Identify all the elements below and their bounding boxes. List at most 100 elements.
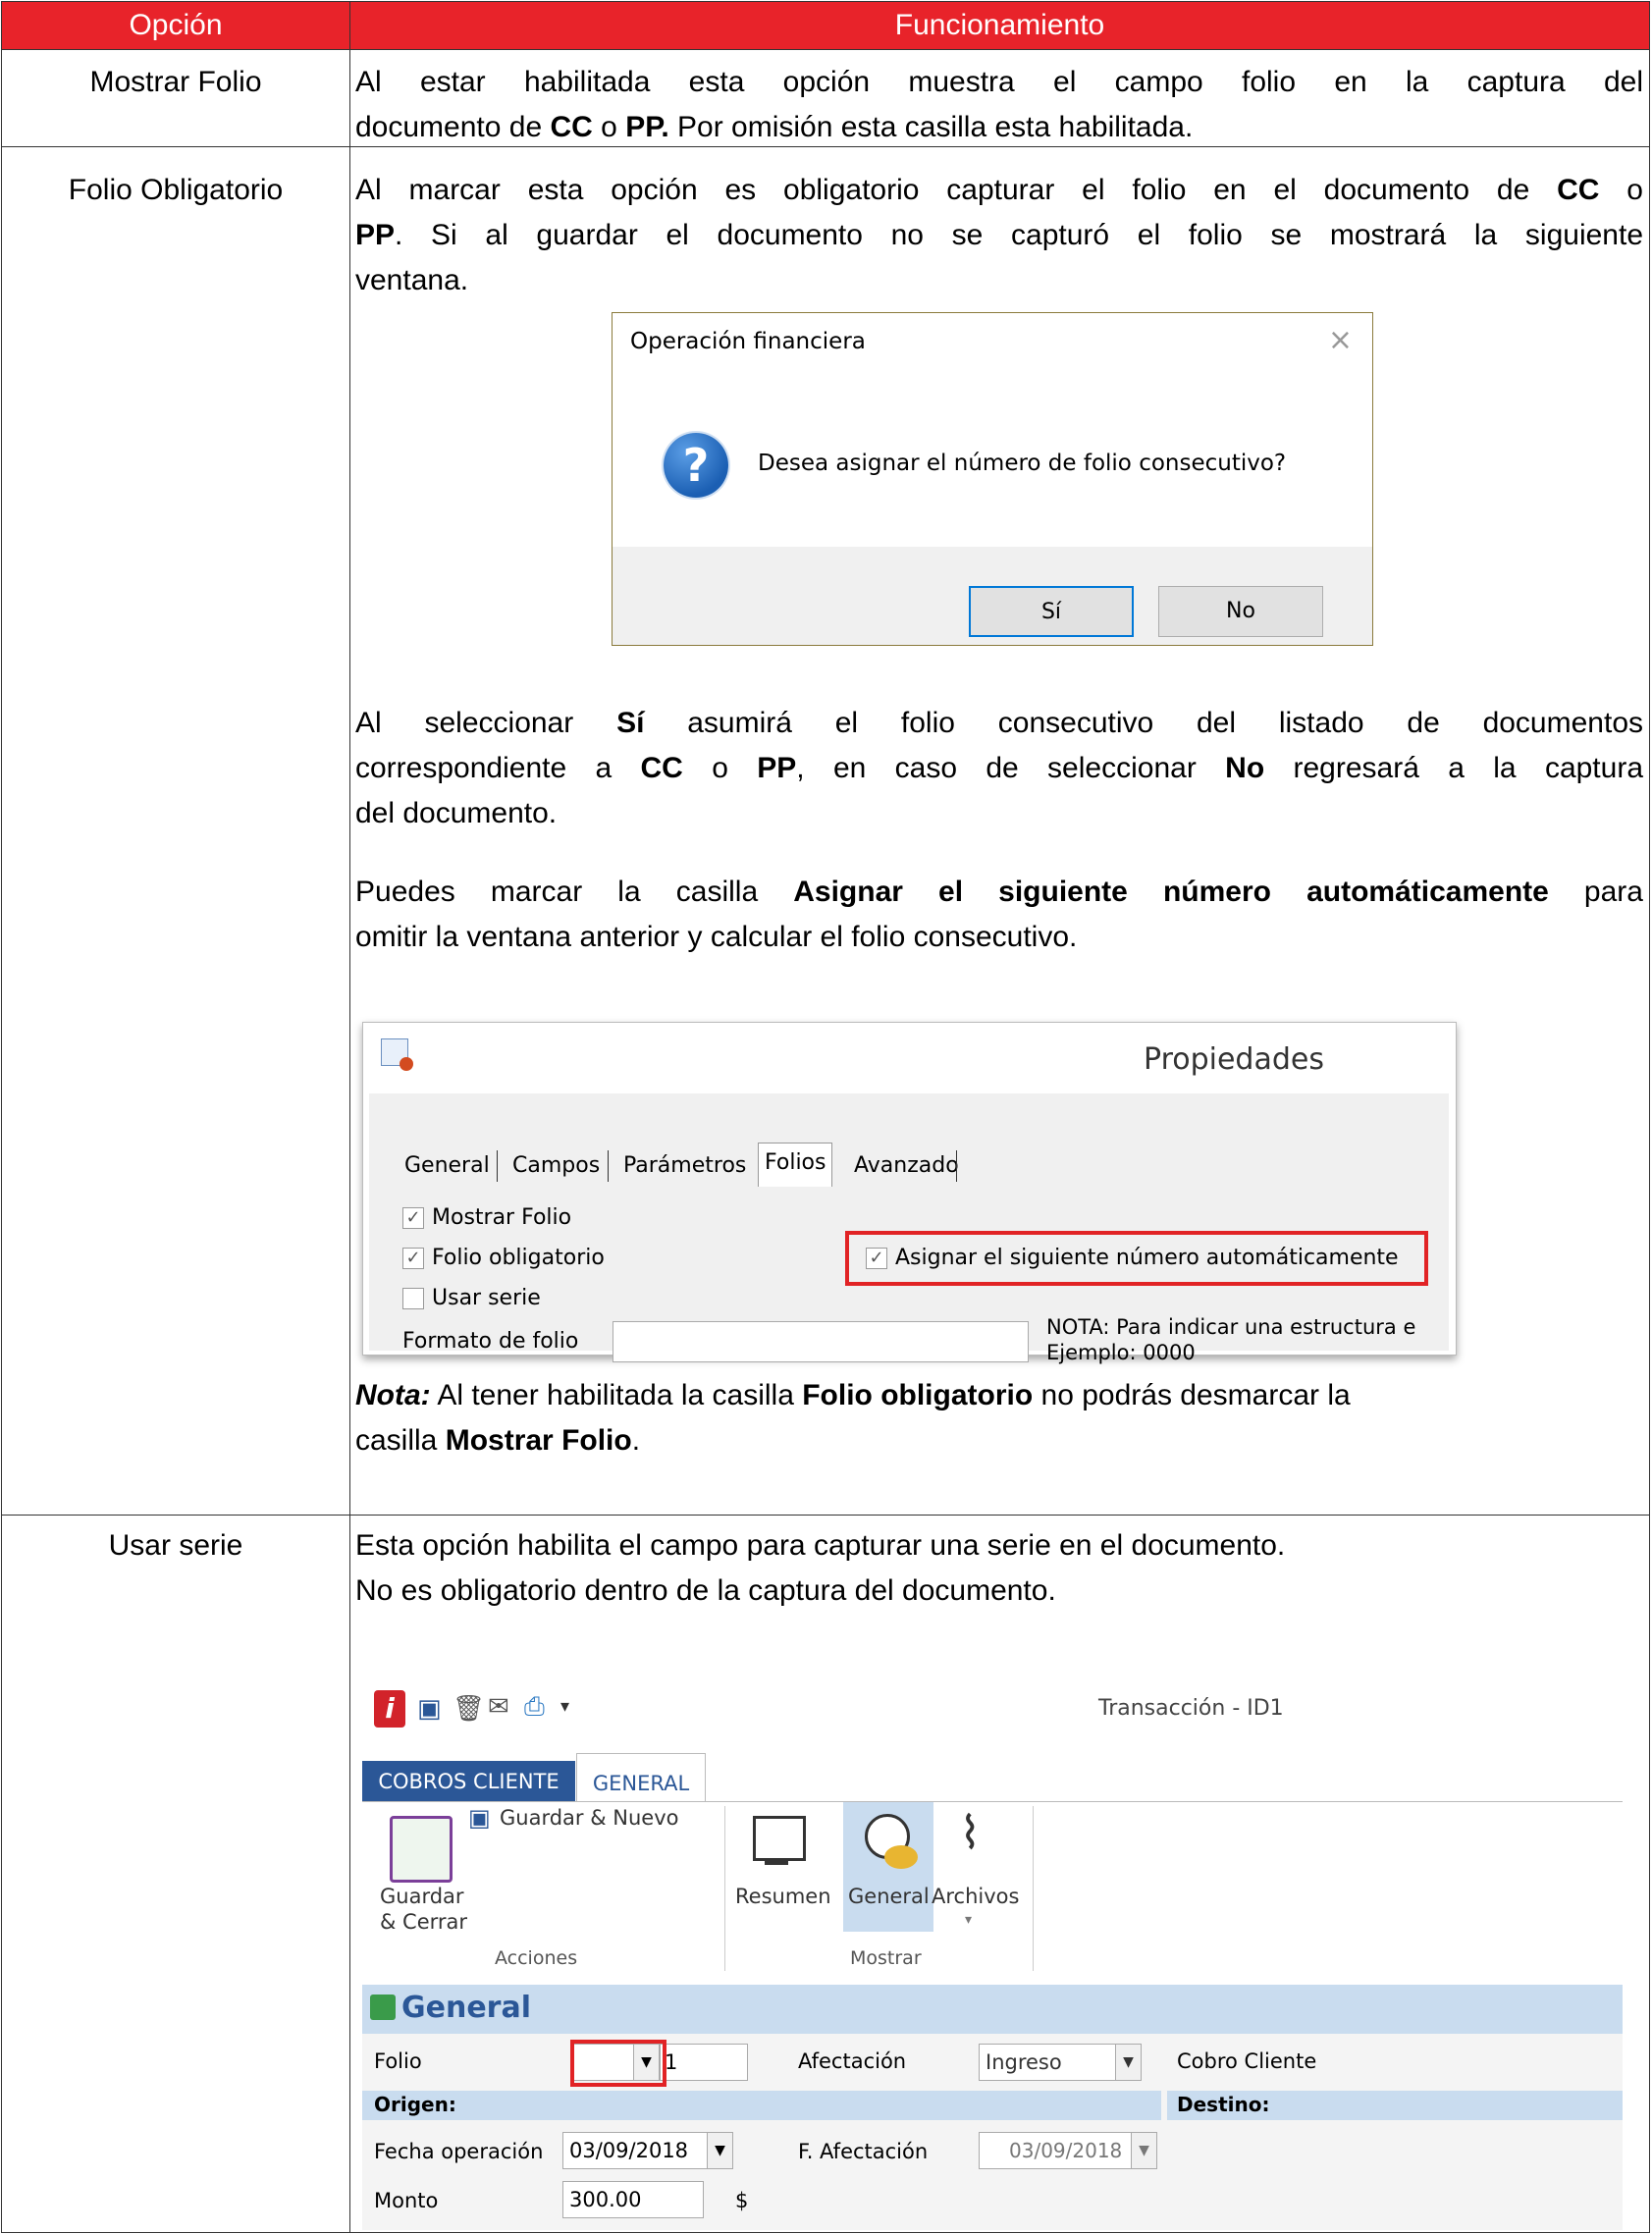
mail-icon[interactable]: ✉	[488, 1692, 509, 1722]
group-label-mostrar: Mostrar	[850, 1947, 922, 1969]
text-line: casilla Mostrar Folio.	[355, 1424, 641, 1457]
properties-body: General Campos Parámetros Folios Avanzad…	[369, 1093, 1449, 1364]
close-icon[interactable]: ×	[1328, 323, 1353, 357]
column-divider	[349, 2, 350, 2232]
function-usar-serie: Esta opción habilita el campo para captu…	[355, 1523, 1643, 1614]
summary-button[interactable]: Resumen	[735, 1885, 831, 1908]
transaction-window: i ▣ 🗑 ✉ ⎙ ▾ Transacción - ID1 COBROS CLI…	[362, 1678, 1623, 2230]
no-button[interactable]: No	[1158, 586, 1323, 637]
dialog-message: Desea asignar el número de folio consecu…	[758, 451, 1287, 476]
cobro-cliente-label: Cobro Cliente	[1177, 2049, 1317, 2073]
checkbox-checked-icon: ✓	[402, 1248, 424, 1269]
folio-label: Folio	[374, 2049, 422, 2073]
chevron-down-icon: ▼	[707, 2133, 732, 2168]
text-line: Nota: Al tener habilitada la casilla Fol…	[355, 1379, 1351, 1411]
destino-header: Destino:	[1167, 2091, 1623, 2120]
properties-title: Propiedades	[1144, 1042, 1324, 1077]
function-folio-obligatorio: Al marcar esta opción es obligatorio cap…	[355, 168, 1643, 303]
ribbon: Guardar & Cerrar ▣ Guardar & Nuevo Accio…	[362, 1801, 1623, 1979]
ribbon-divider	[1033, 1806, 1034, 1971]
dialog-title: Operación financiera	[630, 329, 866, 354]
text-line: Al seleccionar Sí asumirá el folio conse…	[355, 707, 1643, 739]
f-afectacion-label: F. Afectación	[798, 2140, 929, 2163]
text-line: ventana.	[355, 264, 469, 296]
save-close-label-1[interactable]: Guardar	[380, 1885, 464, 1908]
monitor-icon	[753, 1816, 806, 1861]
checkbox-checked-icon: ✓	[402, 1207, 424, 1229]
option-folio-obligatorio: Folio Obligatorio	[68, 174, 284, 206]
yes-button[interactable]: Sí	[969, 586, 1134, 637]
coins-icon	[884, 1845, 918, 1869]
tab-general[interactable]: General	[399, 1146, 496, 1186]
save-close-label-2[interactable]: & Cerrar	[380, 1910, 467, 1934]
chevron-down-icon: ▼	[1115, 2045, 1141, 2080]
tab-parametros[interactable]: Parámetros	[617, 1146, 752, 1186]
text-line: Puedes marcar la casilla Asignar el sigu…	[355, 876, 1643, 908]
tab-divider	[608, 1150, 609, 1182]
highlight-box	[570, 2040, 666, 2087]
tab-avanzado[interactable]: Avanzado	[848, 1146, 965, 1186]
function-paragraph-2: Al seleccionar Sí asumirá el folio conse…	[355, 701, 1643, 836]
afectacion-label: Afectación	[798, 2049, 907, 2073]
text-line: No es obligatorio dentro de la captura d…	[355, 1574, 1056, 1607]
option-usar-serie: Usar serie	[108, 1529, 243, 1562]
note-line: Ejemplo: 0000	[1046, 1341, 1196, 1364]
chevron-down-icon[interactable]: ▾	[560, 1696, 569, 1717]
question-icon: ?	[664, 433, 728, 498]
checkbox-mostrar-folio[interactable]: ✓ Mostrar Folio	[402, 1205, 571, 1230]
checkbox-asignar-automatico[interactable]: ✓ Asignar el siguiente número automáticam…	[866, 1246, 1399, 1270]
section-title: General	[401, 1991, 531, 2025]
text-line: correspondiente a CC o PP, en caso de se…	[355, 752, 1644, 784]
save-icon[interactable]: ▣	[417, 1694, 442, 1724]
text-line: PP. Si al guardar el documento no se cap…	[355, 219, 1643, 251]
checkbox-usar-serie[interactable]: Usar serie	[402, 1286, 541, 1310]
ribbon-divider	[724, 1806, 725, 1971]
folio-number-input[interactable]: 1	[660, 2044, 748, 2081]
paperclip-icon: ⌇	[959, 1806, 982, 1859]
general-form: Folio ▼ 1 Afectación Ingreso ▼ Cobro Cli…	[362, 2034, 1623, 2230]
note-line: NOTA: Para indicar una estructura e	[1046, 1315, 1416, 1339]
checkbox-folio-obligatorio[interactable]: ✓ Folio obligatorio	[402, 1246, 605, 1270]
chevron-down-icon[interactable]: ▾	[965, 1912, 972, 1928]
dialog-footer: Sí No	[613, 547, 1372, 645]
section-icon	[370, 1995, 396, 2020]
origen-header: Origen:	[362, 2091, 1161, 2120]
format-input[interactable]	[613, 1321, 1029, 1362]
format-label: Formato de folio	[402, 1329, 579, 1354]
tab-divider	[497, 1150, 498, 1182]
group-label-acciones: Acciones	[495, 1947, 578, 1969]
tab-general[interactable]: GENERAL	[576, 1753, 706, 1803]
save-close-icon	[390, 1816, 453, 1883]
checkbox-empty-icon	[402, 1288, 424, 1309]
properties-window: Propiedades General Campos Parámetros Fo…	[362, 1022, 1457, 1364]
save-new-button[interactable]: Guardar & Nuevo	[500, 1806, 679, 1830]
option-mostrar-folio: Mostrar Folio	[89, 66, 262, 98]
text-line: Al estar habilitada esta opción muestra …	[355, 66, 1643, 98]
files-button[interactable]: Archivos	[932, 1885, 1019, 1908]
header-function: Funcionamiento	[894, 9, 1105, 41]
text-line: del documento.	[355, 797, 558, 829]
monto-input[interactable]: 300.00	[562, 2181, 704, 2218]
afectacion-select[interactable]: Ingreso ▼	[979, 2044, 1142, 2081]
app-logo-icon: i	[374, 1690, 405, 1728]
tab-folios[interactable]: Folios	[758, 1143, 833, 1187]
trash-icon[interactable]: 🗑	[453, 1694, 485, 1724]
tab-campos[interactable]: Campos	[506, 1146, 606, 1186]
properties-icon	[381, 1038, 413, 1071]
f-afectacion-input[interactable]: 03/09/2018 ▼	[979, 2132, 1157, 2169]
fecha-operacion-input[interactable]: 03/09/2018 ▼	[562, 2132, 733, 2169]
function-paragraph-3: Puedes marcar la casilla Asignar el sigu…	[355, 870, 1643, 960]
general-section-header: General	[362, 1985, 1623, 2034]
text-line: omitir la ventana anterior y calcular el…	[355, 921, 1078, 953]
save-new-icon: ▣	[468, 1804, 491, 1832]
text-line: documento de CC o PP. Por omisión esta c…	[355, 111, 1194, 143]
row-divider	[2, 49, 1649, 50]
print-icon[interactable]: ⎙	[524, 1692, 545, 1723]
function-mostrar-folio: Al estar habilitada esta opción muestra …	[355, 60, 1643, 150]
window-title: Transacción - ID1	[1098, 1696, 1284, 1721]
row-divider	[2, 1515, 1649, 1516]
table-header: Opción Funcionamiento	[2, 2, 1649, 49]
tab-cobros-cliente[interactable]: COBROS CLIENTE	[362, 1761, 575, 1802]
tab-divider	[956, 1150, 957, 1182]
general-button[interactable]: General	[848, 1885, 930, 1908]
